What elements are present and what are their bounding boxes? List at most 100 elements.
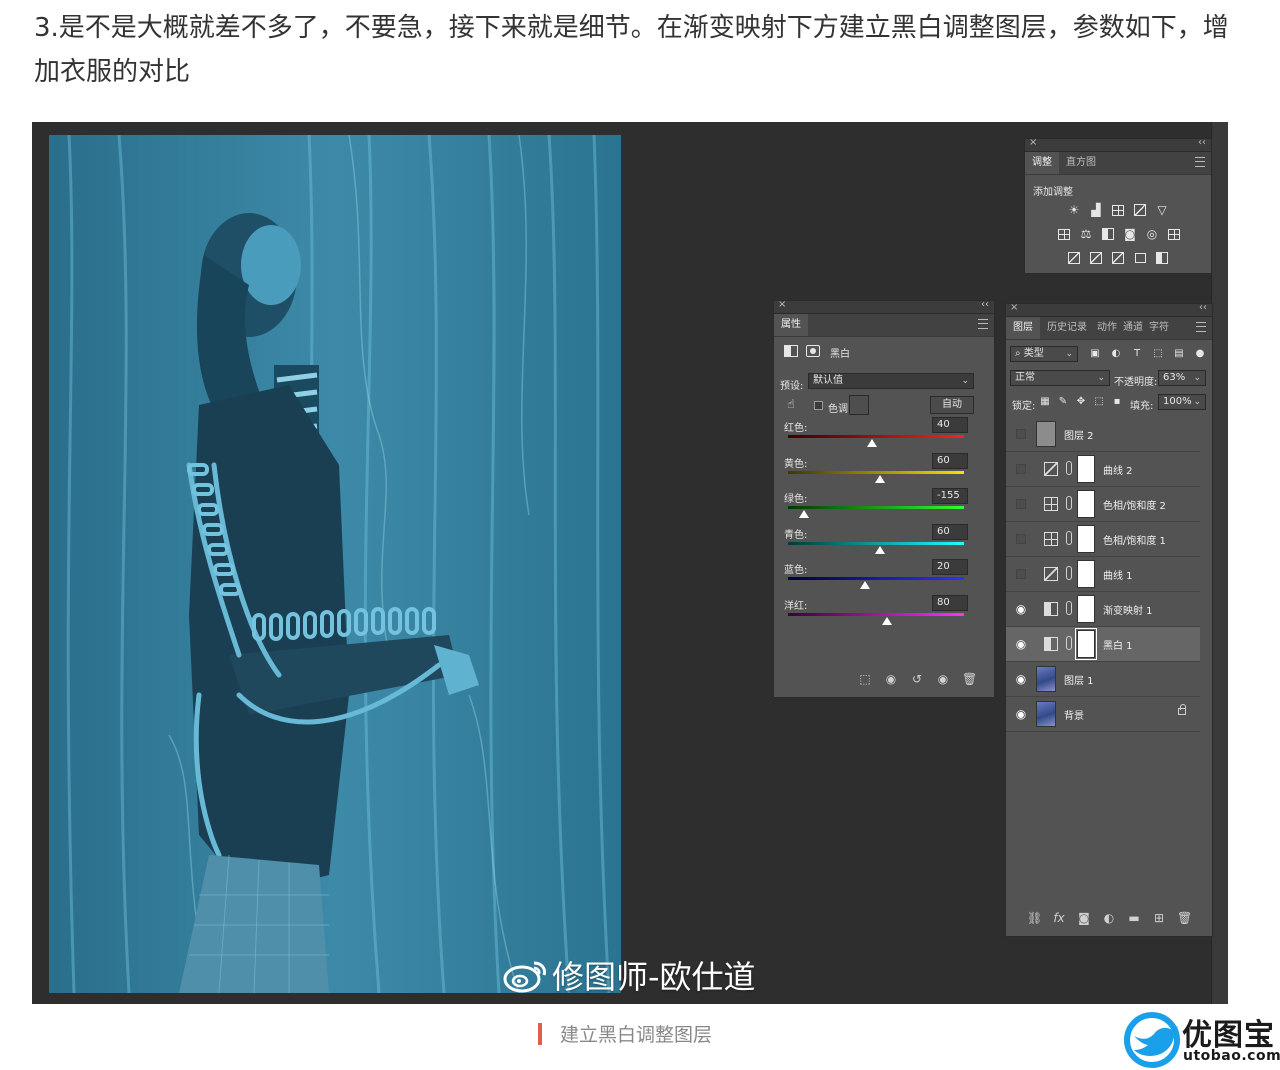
slider-value-input[interactable]: -155: [932, 488, 968, 504]
lock-transparent-icon[interactable]: ▦: [1038, 395, 1052, 409]
tint-color-swatch[interactable]: [849, 395, 869, 415]
panel-menu-icon[interactable]: [978, 319, 988, 329]
invert-icon[interactable]: [1067, 251, 1081, 265]
layer-row[interactable]: ◉ 图层 1: [1006, 662, 1200, 697]
layer-row[interactable]: 色相/饱和度 1: [1006, 522, 1200, 557]
vibrance-icon[interactable]: ▽: [1155, 203, 1169, 217]
visibility-eye-icon[interactable]: ◉: [1014, 707, 1028, 721]
filter-toggle-icon[interactable]: ●: [1193, 347, 1207, 361]
type-filter-icon[interactable]: T: [1130, 347, 1144, 361]
channel-mixer-icon[interactable]: ◎: [1145, 227, 1159, 241]
trash-icon[interactable]: 🗑: [1177, 911, 1192, 925]
layer-row[interactable]: 曲线 2: [1006, 452, 1200, 487]
layer-row[interactable]: 色相/饱和度 2: [1006, 487, 1200, 522]
layer-row[interactable]: ◉ 背景: [1006, 697, 1200, 732]
panel-titlebar[interactable]: × ‹‹: [1025, 137, 1211, 152]
gradient-map-icon[interactable]: [1155, 251, 1169, 265]
tab-character[interactable]: 字符: [1146, 317, 1172, 339]
layer-mask-thumbnail[interactable]: [1077, 490, 1095, 518]
collapse-icon[interactable]: ‹‹: [981, 299, 989, 310]
curves-icon[interactable]: [1111, 203, 1125, 217]
adjustment-filter-icon[interactable]: ◐: [1109, 347, 1123, 361]
layer-row[interactable]: ◉ 渐变映射 1: [1006, 592, 1200, 627]
slider-thumb[interactable]: [798, 510, 809, 518]
exposure-icon[interactable]: [1133, 203, 1147, 217]
slider-track[interactable]: [788, 506, 964, 509]
slider-track[interactable]: [788, 470, 964, 474]
slider-thumb[interactable]: [881, 616, 892, 625]
layer-row[interactable]: 图层 2: [1006, 417, 1200, 452]
mask-icon[interactable]: [806, 345, 820, 357]
brightness-contrast-icon[interactable]: ☀: [1067, 203, 1081, 217]
link-icon[interactable]: [1066, 566, 1072, 580]
lock-all-icon[interactable]: ▪: [1110, 395, 1124, 409]
visibility-toggle[interactable]: [1016, 464, 1026, 474]
link-icon[interactable]: [1066, 461, 1072, 475]
panel-menu-icon[interactable]: [1196, 322, 1206, 332]
visibility-eye-icon[interactable]: ◉: [1014, 637, 1028, 651]
slider-thumb[interactable]: [860, 581, 871, 589]
slider-value-input[interactable]: 80: [932, 594, 968, 611]
slider-track[interactable]: [788, 435, 964, 438]
layer-mask-thumbnail[interactable]: [1077, 560, 1095, 588]
collapse-icon[interactable]: ‹‹: [1198, 137, 1206, 148]
slider-track[interactable]: [788, 612, 964, 616]
tab-history[interactable]: 历史记录: [1040, 317, 1094, 339]
shape-filter-icon[interactable]: ⬚: [1151, 347, 1165, 361]
posterize-icon[interactable]: [1089, 251, 1103, 265]
slider-value-input[interactable]: 20: [932, 559, 968, 575]
levels-icon[interactable]: ▟: [1089, 203, 1103, 217]
visibility-toggle[interactable]: [1016, 534, 1026, 544]
layer-mask-thumbnail[interactable]: [1077, 595, 1095, 623]
fill-input[interactable]: 100% ⌄: [1158, 394, 1206, 410]
layer-filter-select[interactable]: ⌕ 类型 ⌄: [1010, 346, 1078, 362]
close-icon[interactable]: ×: [1010, 302, 1018, 313]
layer-mask-thumbnail[interactable]: [1075, 628, 1097, 660]
layer-mask-thumbnail[interactable]: [1077, 455, 1095, 483]
panel-menu-icon[interactable]: [1195, 157, 1205, 167]
color-lookup-icon[interactable]: [1167, 227, 1181, 241]
fx-icon[interactable]: fx: [1052, 911, 1066, 925]
lock-image-icon[interactable]: ✎: [1056, 395, 1070, 409]
photo-filter-icon[interactable]: ◙: [1123, 227, 1137, 241]
hue-saturation-icon[interactable]: [1057, 227, 1071, 241]
tab-layers[interactable]: 图层: [1006, 317, 1040, 339]
selective-color-icon[interactable]: [1133, 251, 1147, 265]
tab-actions[interactable]: 动作: [1094, 317, 1120, 339]
slider-value-input[interactable]: 40: [932, 417, 968, 433]
tint-checkbox[interactable]: [814, 401, 823, 410]
new-group-icon[interactable]: ▬: [1127, 911, 1141, 925]
scrollbar[interactable]: [1211, 122, 1228, 1004]
tab-histogram[interactable]: 直方图: [1059, 152, 1103, 174]
blend-mode-select[interactable]: 正常 ⌄: [1010, 370, 1110, 386]
visibility-toggle[interactable]: [1016, 499, 1026, 509]
visibility-eye-icon[interactable]: ◉: [1014, 602, 1028, 616]
visibility-eye-icon[interactable]: ◉: [1014, 672, 1028, 686]
clip-to-layer-icon[interactable]: ⬚: [858, 672, 872, 686]
close-icon[interactable]: ×: [1029, 137, 1037, 148]
add-mask-icon[interactable]: ◙: [1077, 911, 1091, 925]
slider-thumb[interactable]: [874, 545, 885, 554]
trash-icon[interactable]: 🗑: [962, 672, 977, 686]
layer-row[interactable]: ◉ 黑白 1: [1006, 627, 1200, 662]
link-icon[interactable]: [1066, 496, 1072, 510]
link-icon[interactable]: [1066, 601, 1072, 615]
tab-channels[interactable]: 通道: [1120, 317, 1146, 339]
layer-row[interactable]: 曲线 1: [1006, 557, 1200, 592]
link-icon[interactable]: [1066, 636, 1072, 650]
collapse-icon[interactable]: ‹‹: [1199, 302, 1207, 313]
link-layers-icon[interactable]: ⛓: [1027, 911, 1042, 925]
panel-titlebar[interactable]: × ‹‹: [1006, 302, 1212, 317]
tab-adjustments[interactable]: 调整: [1025, 152, 1059, 174]
opacity-input[interactable]: 63% ⌄: [1158, 370, 1206, 386]
visibility-toggle[interactable]: [1016, 429, 1026, 439]
link-icon[interactable]: [1066, 531, 1072, 545]
layer-mask-thumbnail[interactable]: [1077, 525, 1095, 553]
pixel-filter-icon[interactable]: ▣: [1088, 347, 1102, 361]
lock-artboard-icon[interactable]: ⬚: [1092, 395, 1106, 409]
tab-properties[interactable]: 属性: [774, 314, 808, 336]
slider-value-input[interactable]: 60: [932, 452, 968, 469]
black-white-icon[interactable]: [1101, 227, 1115, 241]
visibility-eye-icon[interactable]: ◉: [936, 672, 950, 686]
threshold-icon[interactable]: [1111, 251, 1125, 265]
